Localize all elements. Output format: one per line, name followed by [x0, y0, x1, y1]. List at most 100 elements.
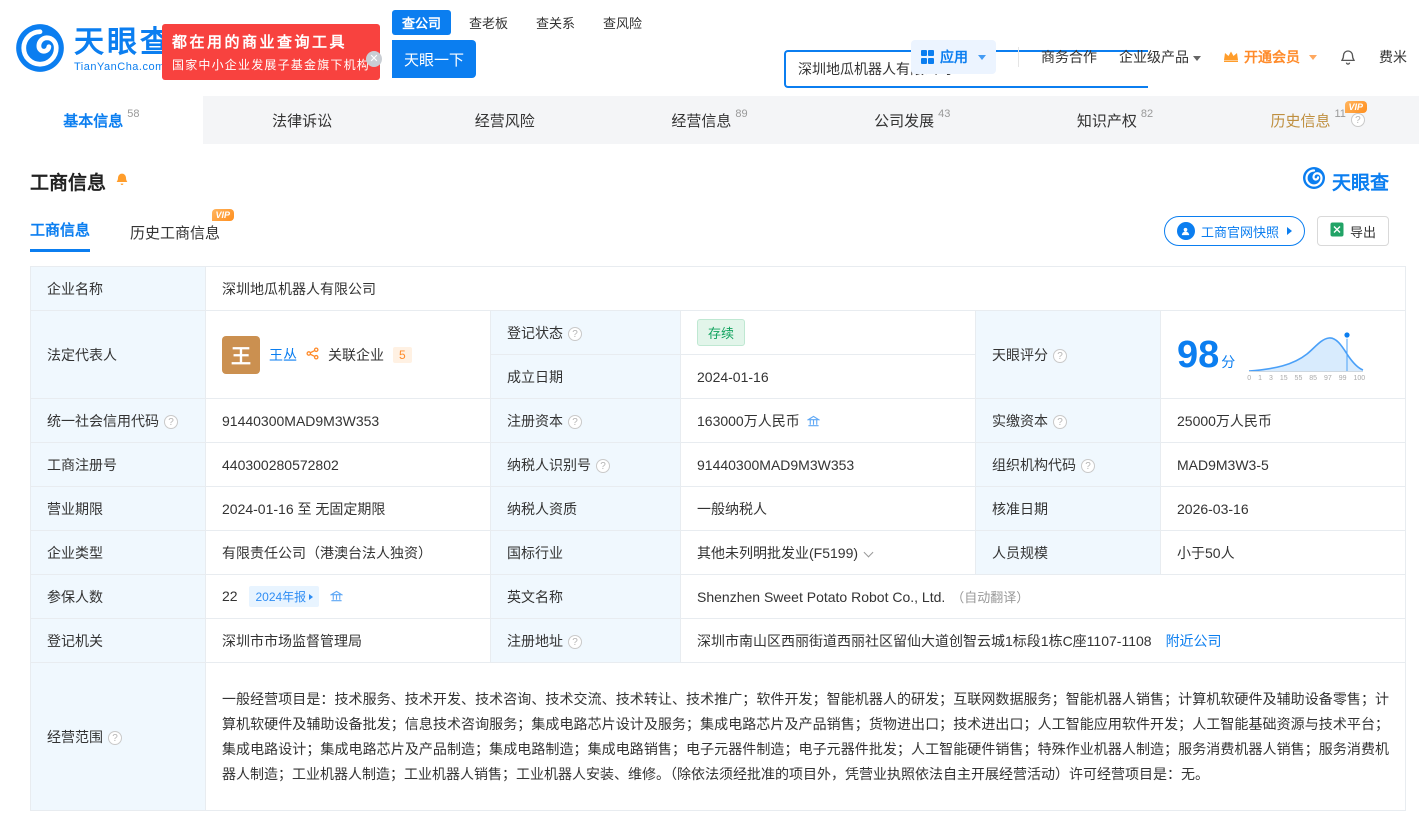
nearby-companies-link[interactable]: 附近公司 [1166, 633, 1222, 649]
field-value-industry: 其他未列明批发业(F5199) [680, 530, 976, 575]
tab-operating-info[interactable]: 经营信息 89 [608, 96, 811, 144]
tab-label: 经营风险 [474, 112, 535, 130]
search-tab-risk[interactable]: 查风险 [593, 10, 652, 35]
tab-intellectual-property[interactable]: 知识产权 82 [1014, 96, 1217, 144]
official-snapshot-label: 工商官网快照 [1200, 224, 1279, 240]
field-label-taxpayer-quality: 纳税人资质 [490, 486, 681, 531]
tab-label: 法律诉讼 [272, 112, 333, 130]
search-tab-relation[interactable]: 查关系 [526, 10, 585, 35]
help-icon[interactable]: ? [568, 414, 582, 429]
subtab-business-info[interactable]: 工商信息 [30, 219, 91, 252]
tab-history-info[interactable]: VIP 历史信息 11 ? [1216, 96, 1419, 144]
promo-banner: 都在用的商业查询工具 国家中小企业发展子基金旗下机构 [162, 24, 381, 80]
legal-rep-name-link[interactable]: 王丛 [269, 345, 297, 365]
field-value-legal-rep: 王 王丛 关联企业 5 [205, 310, 491, 399]
score-chart-ticks: 0 1 3 15 55 85 97 99 100 [1247, 374, 1366, 382]
annual-report-badge[interactable]: 2024年报 [249, 586, 320, 607]
help-icon[interactable]: ? [1081, 458, 1095, 473]
related-companies-label[interactable]: 关联企业 [328, 345, 384, 365]
search-tab-company[interactable]: 查公司 [392, 10, 452, 35]
field-value-registration-authority: 深圳市市场监督管理局 [205, 618, 491, 663]
help-icon[interactable]: ? [568, 326, 582, 341]
divider [1018, 47, 1019, 67]
tianyancha-logo[interactable]: 天眼查 TianYanCha.com [14, 22, 173, 79]
chevron-down-icon[interactable] [863, 547, 874, 557]
notification-bell-icon[interactable] [1339, 48, 1357, 66]
help-icon[interactable]: ? [568, 634, 582, 649]
tab-count: 89 [735, 108, 748, 120]
tab-count: 43 [938, 108, 951, 120]
field-value-taxpayer-quality: 一般纳税人 [680, 486, 976, 531]
field-value-taxpayer-id: 91440300MAD9M3W353 [680, 442, 976, 487]
crown-icon [1223, 49, 1239, 65]
vip-badge: VIP [211, 209, 235, 221]
tab-legal-proceedings[interactable]: 法律诉讼 [203, 96, 406, 144]
arrow-right-icon [309, 593, 314, 600]
field-value-approval-date: 2026-03-16 [1159, 486, 1407, 531]
help-icon[interactable]: ? [1053, 414, 1067, 429]
official-snapshot-button[interactable]: 工商官网快照 [1163, 216, 1305, 246]
export-button[interactable]: 导出 [1316, 216, 1389, 246]
search-area: 查公司 查老板 查关系 查风险 ✕ 天眼一下 [366, 10, 1148, 88]
field-label-registration-authority: 登记机关 [30, 618, 206, 663]
search-tab-boss[interactable]: 查老板 [459, 10, 518, 35]
chevron-down-icon [978, 54, 986, 60]
field-value-paid-capital: 25000万人民币 [1159, 398, 1407, 443]
field-value-business-scope: 一般经营项目是：技术服务、技术开发、技术咨询、技术交流、技术转让、技术推广；软件… [204, 662, 1407, 811]
insured-detail-icon[interactable] [329, 590, 344, 606]
field-label-company-name: 企业名称 [30, 266, 206, 311]
help-icon[interactable]: ? [1053, 348, 1067, 363]
field-value-established: 2024-01-16 [680, 354, 976, 399]
field-label-staff-size: 人员规模 [975, 530, 1161, 575]
tab-count: 82 [1140, 108, 1154, 120]
clear-search-icon[interactable]: ✕ [366, 51, 382, 67]
legal-rep-avatar[interactable]: 王 [222, 335, 260, 374]
capital-detail-icon[interactable] [806, 415, 821, 431]
tab-operating-risk[interactable]: 经营风险 [405, 96, 608, 144]
nav-user[interactable]: 费米 [1379, 47, 1407, 67]
tab-label: 经营信息 [671, 112, 732, 130]
search-button[interactable]: 天眼一下 [392, 40, 476, 78]
field-value-registered-address: 深圳市南山区西丽街道西丽社区留仙大道创智云城1标段1栋C座1107-1108 附… [679, 618, 1407, 663]
field-label-reg-capital: 注册资本? [490, 398, 681, 443]
field-label-approval-date: 核准日期 [975, 486, 1161, 531]
chevron-down-icon [1193, 55, 1201, 61]
field-label-business-term: 营业期限 [30, 486, 206, 531]
related-companies-icon [306, 346, 319, 363]
field-label-paid-capital: 实缴资本? [975, 398, 1161, 443]
tab-label: 知识产权 [1076, 112, 1137, 130]
help-icon[interactable]: ? [108, 730, 122, 745]
nav-business-cooperation[interactable]: 商务合作 [1041, 47, 1097, 67]
field-value-company-type: 有限责任公司（港澳台法人独资） [205, 530, 491, 575]
subtab-history-business-info[interactable]: VIP 历史工商信息 [130, 209, 235, 252]
field-label-established: 成立日期 [490, 354, 681, 399]
watermark-brand-text: 天眼查 [1331, 172, 1389, 194]
excel-icon [1330, 222, 1344, 240]
help-icon[interactable]: ? [596, 458, 610, 473]
help-icon[interactable]: ? [164, 414, 178, 429]
monitor-bell-icon[interactable] [114, 171, 130, 192]
nav-enterprise-products-label: 企业级产品 [1119, 49, 1189, 65]
field-value-tyc-score: 98 分 0 1 3 15 55 85 97 99 100 [1159, 310, 1407, 399]
nav-enterprise-products[interactable]: 企业级产品 [1119, 47, 1201, 67]
help-icon[interactable]: ? [1350, 113, 1365, 127]
field-label-tyc-score: 天眼评分? [975, 310, 1161, 399]
tab-company-development[interactable]: 公司发展 43 [811, 96, 1014, 144]
tyc-score-value[interactable]: 98 分 [1177, 336, 1235, 374]
main-content: 工商信息 天眼查 工商信息 VIP 历史工商信息 工商官网快照 导出 企业名称 … [0, 166, 1419, 811]
field-label-reg-status: 登记状态? [490, 310, 681, 355]
tab-basic-info[interactable]: 基本信息 58 [0, 96, 203, 144]
nav-open-vip[interactable]: 开通会员 [1223, 47, 1317, 67]
field-label-company-type: 企业类型 [30, 530, 206, 575]
arrow-right-icon [1286, 227, 1292, 235]
field-value-company-name: 深圳地瓜机器人有限公司 [204, 266, 1407, 311]
field-label-org-code: 组织机构代码? [975, 442, 1161, 487]
business-info-table: 企业名称 深圳地瓜机器人有限公司 法定代表人 王 王丛 关联企业 5 登记状态?… [30, 266, 1407, 811]
related-companies-count[interactable]: 5 [393, 346, 412, 363]
promo-line1: 都在用的商业查询工具 [172, 34, 348, 51]
apps-menu[interactable]: 应用 [910, 40, 996, 74]
field-value-org-code: MAD9M3W3-5 [1159, 442, 1407, 487]
field-value-reg-capital: 163000万人民币 [680, 398, 976, 443]
section-title: 工商信息 [30, 172, 107, 194]
field-label-taxpayer-id: 纳税人识别号? [490, 442, 681, 487]
